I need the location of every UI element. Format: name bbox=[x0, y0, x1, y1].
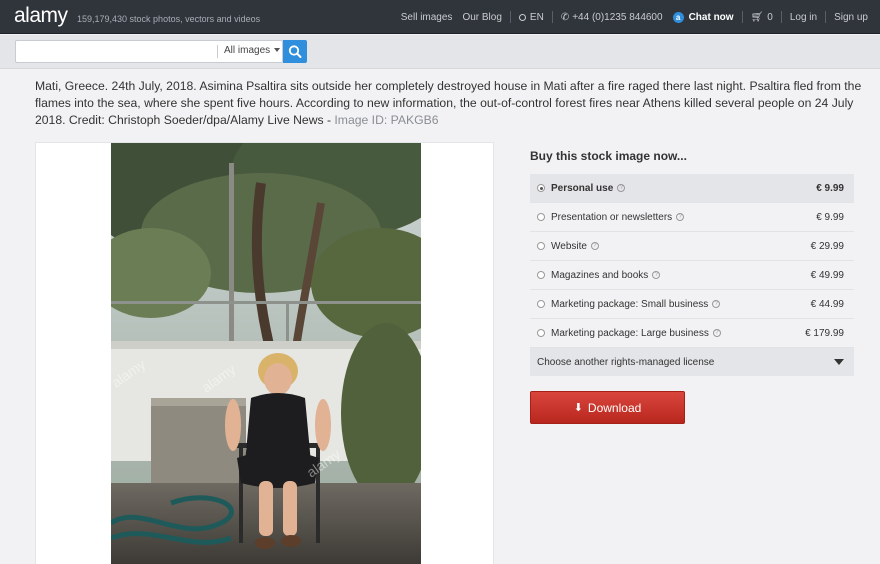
download-label: Download bbox=[587, 400, 642, 415]
another-license-label: Choose another rights-managed license bbox=[537, 356, 715, 368]
language-selector[interactable]: EN bbox=[514, 12, 549, 23]
search-scope-dropdown[interactable]: All images bbox=[224, 45, 281, 56]
radio-button[interactable] bbox=[537, 329, 545, 337]
chat-now-label: Chat now bbox=[688, 11, 734, 23]
site-tagline: 159,179,430 stock photos, vectors and vi… bbox=[77, 14, 261, 24]
license-price: € 29.99 bbox=[810, 241, 844, 252]
phone-icon: ✆ bbox=[560, 11, 570, 23]
top-navigation-bar: alamy 159,179,430 stock photos, vectors … bbox=[0, 0, 880, 34]
help-icon[interactable]: ? bbox=[590, 242, 599, 250]
search-band: All images bbox=[0, 35, 880, 69]
license-option-large-business[interactable]: Marketing package: Large business ? € 17… bbox=[530, 319, 854, 348]
help-icon[interactable]: ? bbox=[712, 300, 721, 308]
cart-count: 0 bbox=[767, 11, 773, 23]
download-button[interactable]: ⬇ Download bbox=[530, 391, 685, 424]
our-blog-link[interactable]: Our Blog bbox=[457, 12, 506, 23]
radio-button[interactable] bbox=[537, 184, 545, 192]
search-box: All images bbox=[15, 40, 283, 63]
search-button[interactable] bbox=[283, 40, 307, 63]
help-icon[interactable]: ? bbox=[617, 184, 626, 192]
license-label: Personal use bbox=[551, 182, 614, 194]
license-label: Marketing package: Small business bbox=[551, 298, 709, 310]
radio-button[interactable] bbox=[537, 213, 545, 221]
license-label: Website bbox=[551, 240, 587, 252]
search-input[interactable] bbox=[20, 43, 215, 60]
license-option-website[interactable]: Website ? € 29.99 bbox=[530, 232, 854, 261]
alamy-logo[interactable]: alamy bbox=[14, 4, 68, 28]
radio-button[interactable] bbox=[537, 242, 545, 250]
cart-button[interactable]: 🛒︎ 0 bbox=[746, 12, 778, 23]
chat-icon: a bbox=[672, 11, 684, 23]
stock-photo[interactable]: alamy alamy alamy bbox=[111, 143, 421, 564]
license-option-small-business[interactable]: Marketing package: Small business ? € 44… bbox=[530, 290, 854, 319]
image-panel: alamy alamy alamy bbox=[35, 142, 494, 564]
nav-divider bbox=[780, 11, 782, 23]
image-caption: Mati, Greece. 24th July, 2018. Asimina P… bbox=[35, 78, 865, 129]
search-scope-label: All images bbox=[224, 45, 271, 56]
cart-icon: 🛒︎ bbox=[750, 11, 764, 23]
nav-divider bbox=[509, 11, 511, 23]
license-label: Magazines and books bbox=[551, 269, 649, 281]
chat-now-button[interactable]: a Chat now bbox=[668, 11, 739, 23]
help-icon[interactable]: ? bbox=[652, 271, 661, 279]
caption-text: Mati, Greece. 24th July, 2018. Asimina P… bbox=[35, 79, 862, 127]
license-price: € 9.99 bbox=[816, 183, 844, 194]
help-icon[interactable]: ? bbox=[712, 329, 721, 337]
caret-down-icon bbox=[274, 48, 281, 53]
buy-title: Buy this stock image now... bbox=[530, 149, 687, 163]
triangle-down-icon bbox=[834, 359, 844, 365]
image-id: Image ID: PAKGB6 bbox=[334, 113, 439, 127]
radio-button[interactable] bbox=[537, 271, 545, 279]
license-options: Personal use ? € 9.99 Presentation or ne… bbox=[530, 174, 854, 376]
help-icon[interactable]: ? bbox=[676, 213, 685, 221]
login-link[interactable]: Log in bbox=[785, 12, 822, 23]
globe-icon bbox=[518, 13, 526, 21]
license-label: Presentation or newsletters bbox=[551, 211, 673, 223]
search-divider bbox=[217, 45, 218, 58]
license-option-magazines[interactable]: Magazines and books ? € 49.99 bbox=[530, 261, 854, 290]
phone-contact[interactable]: ✆ +44 (0)1235 844600 bbox=[556, 12, 668, 23]
language-label: EN bbox=[529, 11, 544, 23]
license-price: € 44.99 bbox=[810, 299, 844, 310]
sell-images-link[interactable]: Sell images bbox=[396, 12, 458, 23]
license-option-presentation[interactable]: Presentation or newsletters ? € 9.99 bbox=[530, 203, 854, 232]
signup-link[interactable]: Sign up bbox=[829, 12, 880, 23]
license-price: € 49.99 bbox=[810, 270, 844, 281]
license-option-personal-use[interactable]: Personal use ? € 9.99 bbox=[530, 174, 854, 203]
download-icon: ⬇ bbox=[573, 402, 583, 414]
photo-illustration: alamy alamy alamy bbox=[111, 143, 421, 564]
nav-divider bbox=[551, 11, 553, 23]
license-price: € 179.99 bbox=[805, 328, 844, 339]
radio-button[interactable] bbox=[537, 300, 545, 308]
phone-number: +44 (0)1235 844600 bbox=[572, 11, 663, 23]
license-label: Marketing package: Large business bbox=[551, 327, 709, 339]
search-icon bbox=[288, 45, 302, 58]
nav-divider bbox=[741, 11, 743, 23]
nav-divider bbox=[825, 11, 827, 23]
another-license-dropdown[interactable]: Choose another rights-managed license bbox=[530, 348, 854, 376]
header-nav: Sell images Our Blog EN ✆ +44 (0)1235 84… bbox=[396, 0, 880, 34]
license-price: € 9.99 bbox=[816, 212, 844, 223]
